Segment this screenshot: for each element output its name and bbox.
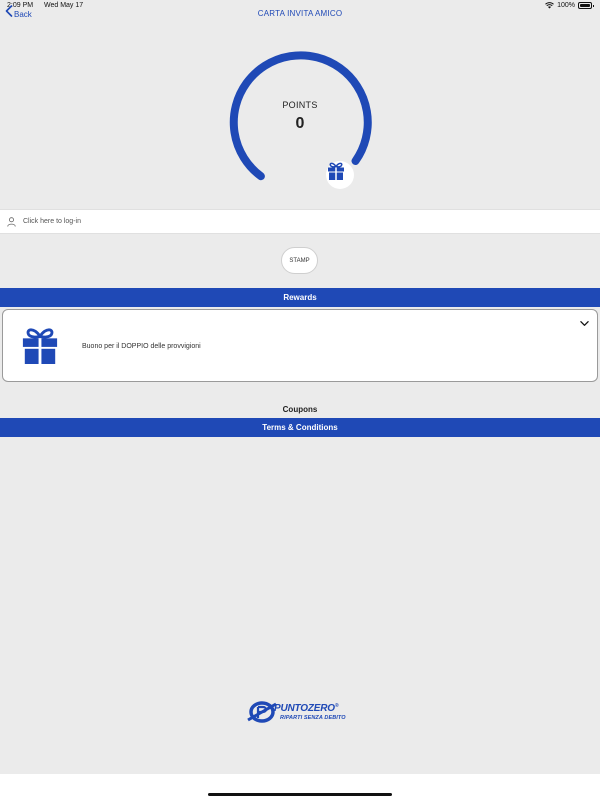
points-value: 0 bbox=[295, 115, 305, 132]
rewards-header: Rewards bbox=[0, 288, 600, 307]
gauge-gift-badge bbox=[326, 161, 354, 189]
coupons-label: Coupons bbox=[282, 405, 318, 414]
terms-conditions-button[interactable]: Terms & Conditions bbox=[0, 418, 600, 437]
navigation-bar: Back CARTA INVITA AMICO bbox=[0, 0, 600, 28]
logo-name-text: PUNTOZERO bbox=[274, 703, 335, 714]
chevron-down-icon[interactable] bbox=[580, 320, 589, 327]
gift-icon bbox=[328, 162, 344, 180]
bottom-area bbox=[0, 774, 600, 800]
login-row[interactable]: Click here to log-in bbox=[0, 209, 600, 234]
points-gauge: POINTS 0 bbox=[225, 48, 375, 198]
points-label: POINTS bbox=[282, 100, 318, 110]
logo-tagline: RIPARTI SENZA DEBITO bbox=[280, 715, 346, 721]
gift-icon bbox=[22, 328, 58, 364]
stamp-button[interactable]: STAMP bbox=[281, 247, 318, 274]
home-indicator[interactable] bbox=[208, 793, 392, 796]
logo-mark-icon bbox=[247, 701, 277, 723]
login-label: Click here to log-in bbox=[23, 218, 81, 225]
page-title: CARTA INVITA AMICO bbox=[257, 9, 343, 18]
user-icon bbox=[7, 216, 16, 227]
logo-name: PUNTOZERO® bbox=[274, 703, 339, 714]
reward-text: Buono per il DOPPIO delle provvigioni bbox=[82, 343, 201, 350]
puntozero-logo: PUNTOZERO® RIPARTI SENZA DEBITO bbox=[247, 700, 357, 726]
logo-registered-mark: ® bbox=[334, 703, 339, 709]
reward-item[interactable]: Buono per il DOPPIO delle provvigioni bbox=[2, 309, 598, 382]
